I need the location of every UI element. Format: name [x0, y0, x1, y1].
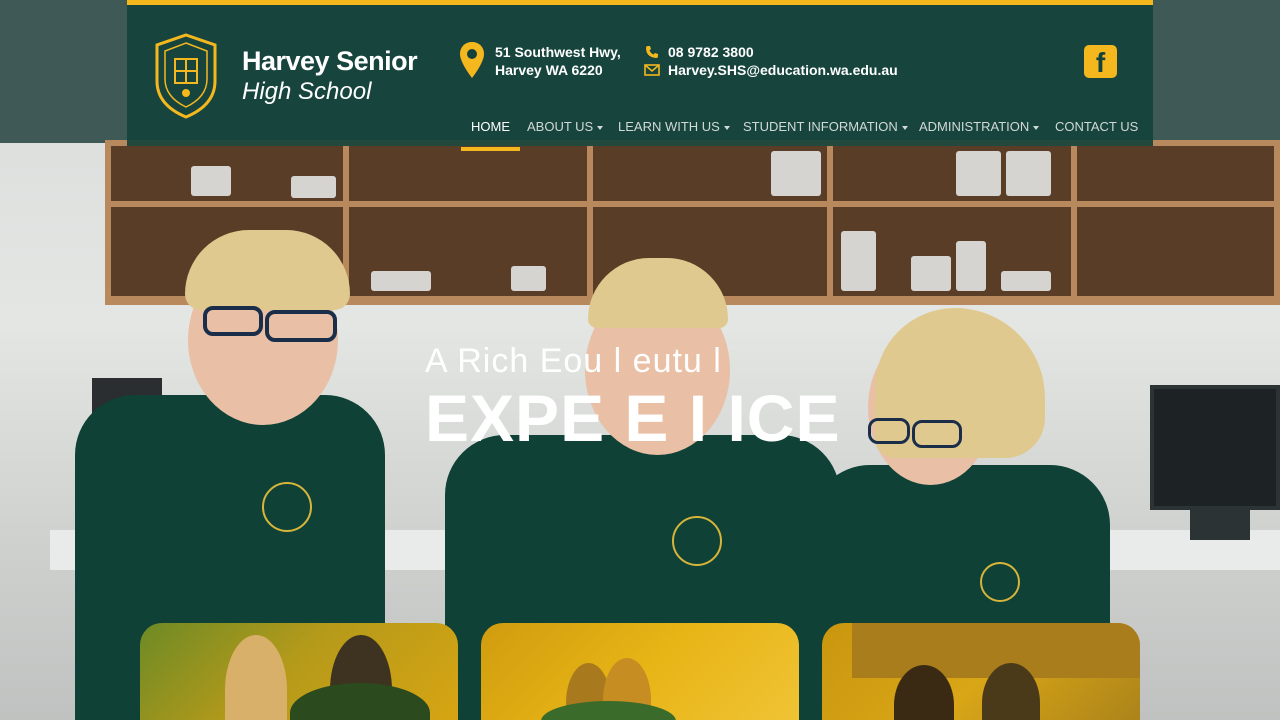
main-nav: HOME ABOUT US LEARN WITH US STUDENT INFO… — [127, 118, 1153, 151]
map-pin-icon — [460, 42, 484, 78]
phone-number[interactable]: 08 9782 3800 — [668, 44, 754, 60]
school-crest-logo[interactable] — [151, 33, 221, 119]
nav-contact-us[interactable]: CONTACT US — [1055, 118, 1138, 151]
nav-student-information[interactable]: STUDENT INFORMATION — [743, 118, 908, 151]
mail-icon — [644, 64, 660, 76]
nav-about-us[interactable]: ABOUT US — [527, 118, 604, 151]
hero-tagline-large: EXPE E I ICE — [425, 381, 841, 455]
caret-down-icon — [901, 125, 908, 130]
computer-monitor — [1150, 385, 1280, 510]
school-name-secondary[interactable]: High School — [242, 78, 371, 106]
address-line-2: Harvey WA 6220 — [495, 62, 603, 78]
feature-tile-2[interactable] — [481, 623, 799, 720]
caret-down-icon — [1033, 125, 1040, 130]
feature-tile-3[interactable] — [822, 623, 1140, 720]
school-name-primary[interactable]: Harvey Senior — [242, 46, 418, 77]
phone-icon — [646, 46, 658, 58]
nav-home[interactable]: HOME — [461, 118, 520, 151]
address-line-1: 51 Southwest Hwy, — [495, 44, 621, 60]
email-link[interactable]: Harvey.SHS@education.wa.edu.au — [668, 62, 898, 78]
caret-down-icon — [723, 125, 730, 130]
nav-learn-with-us[interactable]: LEARN WITH US — [618, 118, 730, 151]
hero-tagline-small: A Rich Eou l eutu l — [425, 342, 722, 380]
nav-administration[interactable]: ADMINISTRATION — [919, 118, 1040, 151]
feature-tile-1[interactable] — [140, 623, 458, 720]
site-header: Harvey Senior High School 51 Southwest H… — [127, 0, 1153, 151]
facebook-icon[interactable]: f — [1084, 45, 1117, 78]
caret-down-icon — [597, 125, 604, 130]
